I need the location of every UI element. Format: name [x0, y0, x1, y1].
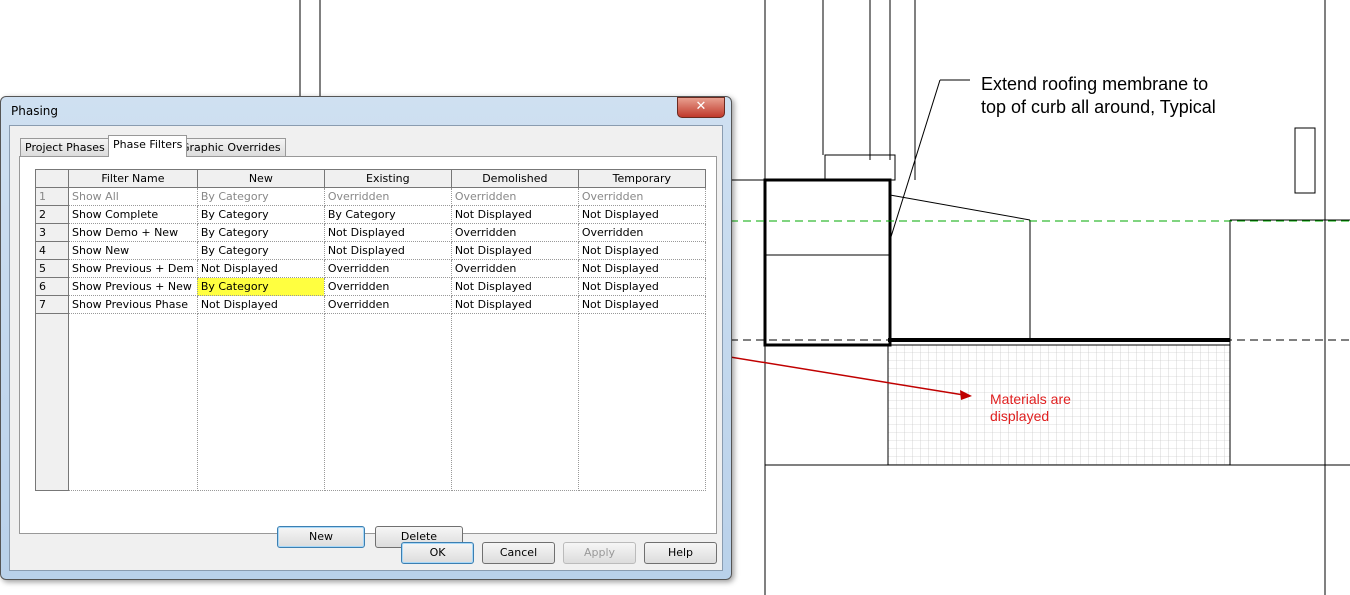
demolished-cell[interactable]: Not Displayed — [450, 205, 579, 224]
filter-name-cell[interactable]: Show New — [68, 241, 198, 260]
row-number[interactable]: 3 — [35, 223, 69, 242]
phase-filters-panel: Filter Name New Existing Demolished Temp… — [19, 156, 717, 534]
tab-graphic-overrides[interactable]: Graphic Overrides — [176, 138, 286, 157]
temporary-cell[interactable]: Not Displayed — [577, 295, 706, 314]
row-number[interactable]: 5 — [35, 259, 69, 278]
row-number[interactable]: 2 — [35, 205, 69, 224]
table-row[interactable]: 5 Show Previous + Dem Not Displayed Overrid… — [35, 259, 706, 278]
help-button[interactable]: Help — [644, 542, 717, 564]
column-header[interactable]: Filter Name — [68, 169, 198, 188]
table-row[interactable]: 6 Show Previous + New By Category Overridde… — [35, 277, 706, 296]
existing-cell[interactable]: Overridden — [323, 277, 452, 296]
phase-filters-table: Filter Name New Existing Demolished Temp… — [35, 169, 706, 491]
column-header[interactable]: Existing — [323, 169, 452, 188]
materials-note: Materials are displayed — [990, 391, 1071, 425]
apply-button[interactable]: Apply — [563, 542, 636, 564]
row-number[interactable]: 6 — [35, 277, 69, 296]
existing-cell[interactable]: Overridden — [323, 259, 452, 278]
note-line: top of curb all around, Typical — [981, 97, 1216, 117]
filter-name-cell[interactable]: Show Previous + New — [68, 277, 198, 296]
new-cell[interactable]: Not Displayed — [196, 259, 325, 278]
existing-cell[interactable]: Not Displayed — [323, 223, 452, 242]
temporary-cell[interactable]: Not Displayed — [577, 241, 706, 260]
temporary-cell[interactable]: Not Displayed — [577, 277, 706, 296]
table-row[interactable]: 2 Show Complete By Category By Category Not … — [35, 205, 706, 224]
filter-name-cell[interactable]: Show Previous + Dem — [68, 259, 198, 278]
demolished-cell[interactable]: Overridden — [450, 187, 579, 206]
empty-cell — [323, 313, 452, 491]
table-row[interactable]: 4 Show New By Category Not Displayed Not Dis… — [35, 241, 706, 260]
table-row[interactable]: 1 Show All By Category Overridden Overridden… — [35, 187, 706, 206]
empty-cell — [450, 313, 579, 491]
table-row[interactable]: 7 Show Previous Phase Not Displayed Overrid… — [35, 295, 706, 314]
demolished-cell[interactable]: Not Displayed — [450, 277, 579, 296]
existing-cell[interactable]: Overridden — [323, 295, 452, 314]
cancel-button[interactable]: Cancel — [482, 542, 555, 564]
dialog-title: Phasing — [11, 104, 59, 118]
note-line: Extend roofing membrane to — [981, 74, 1209, 94]
note-line: displayed — [990, 408, 1050, 424]
existing-cell[interactable]: Overridden — [323, 187, 452, 206]
close-button[interactable]: ✕ — [677, 97, 725, 118]
empty-row-area — [35, 313, 706, 491]
filter-name-cell[interactable]: Show Complete — [68, 205, 198, 224]
new-cell[interactable]: By Category — [196, 205, 325, 224]
existing-cell[interactable]: Not Displayed — [323, 241, 452, 260]
demolished-cell[interactable]: Overridden — [450, 259, 579, 278]
new-cell[interactable]: By Category — [196, 187, 325, 206]
new-cell[interactable]: Not Displayed — [196, 295, 325, 314]
tab-phase-filters[interactable]: Phase Filters — [108, 135, 188, 157]
filter-name-cell[interactable]: Show All — [68, 187, 198, 206]
column-header[interactable]: Demolished — [450, 169, 579, 188]
empty-cell — [68, 313, 198, 491]
new-cell[interactable]: By Category — [196, 223, 325, 242]
new-cell[interactable]: By Category — [196, 241, 325, 260]
row-number[interactable]: 4 — [35, 241, 69, 260]
annotation-note: Extend roofing membrane to top of curb al… — [981, 73, 1216, 119]
column-header[interactable]: New — [196, 169, 325, 188]
note-line: Materials are — [990, 391, 1071, 407]
filter-name-cell[interactable]: Show Previous Phase — [68, 295, 198, 314]
temporary-cell[interactable]: Not Displayed — [577, 259, 706, 278]
table-row[interactable]: 3 Show Demo + New By Category Not Displayed… — [35, 223, 706, 242]
tab-project-phases[interactable]: Project Phases — [20, 138, 110, 157]
demolished-cell[interactable]: Not Displayed — [450, 241, 579, 260]
column-header — [35, 169, 69, 188]
empty-cell — [35, 313, 69, 491]
new-button[interactable]: New — [277, 526, 365, 548]
new-cell[interactable]: By Category — [196, 277, 325, 296]
row-number[interactable]: 1 — [35, 187, 69, 206]
phasing-dialog: Phasing ✕ Project Phases Phase Filters G… — [0, 96, 732, 580]
row-number[interactable]: 7 — [35, 295, 69, 314]
demolished-cell[interactable]: Overridden — [450, 223, 579, 242]
empty-cell — [577, 313, 706, 491]
ok-button[interactable]: OK — [401, 542, 474, 564]
empty-cell — [196, 313, 325, 491]
temporary-cell[interactable]: Overridden — [577, 187, 706, 206]
temporary-cell[interactable]: Overridden — [577, 223, 706, 242]
dialog-body: Project Phases Phase Filters Graphic Ove… — [9, 125, 723, 571]
demolished-cell[interactable]: Not Displayed — [450, 295, 579, 314]
existing-cell[interactable]: By Category — [323, 205, 452, 224]
filter-name-cell[interactable]: Show Demo + New — [68, 223, 198, 242]
temporary-cell[interactable]: Not Displayed — [577, 205, 706, 224]
column-header[interactable]: Temporary — [577, 169, 706, 188]
